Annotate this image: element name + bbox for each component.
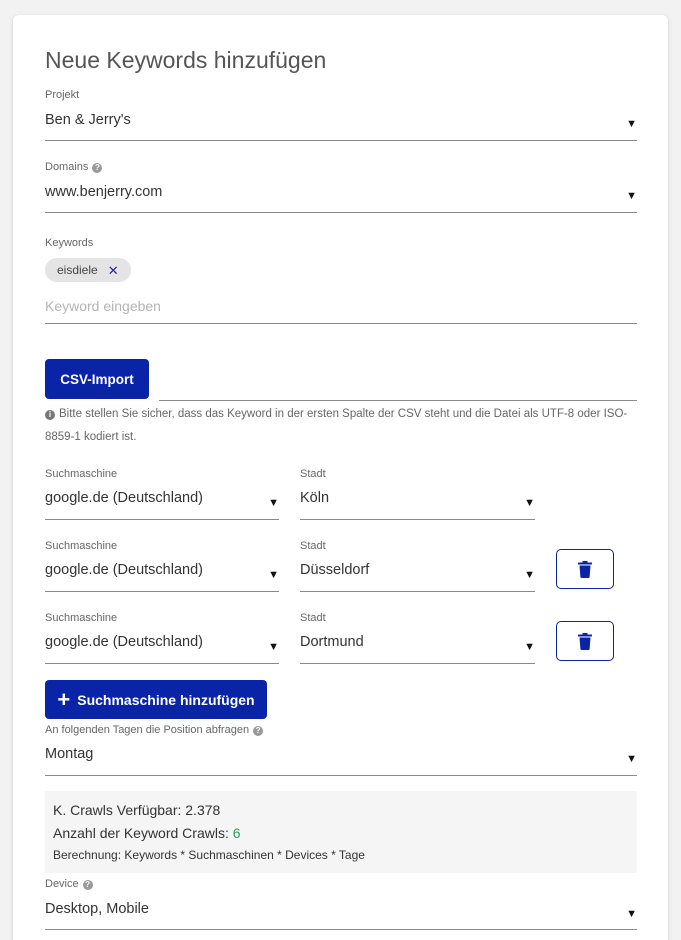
help-icon[interactable]: ?: [253, 726, 264, 736]
chevron-down-icon: ▼: [268, 641, 279, 653]
crawl-count-value: 6: [232, 825, 241, 841]
chevron-down-icon: ▼: [268, 569, 279, 581]
days-value: Montag: [45, 746, 94, 762]
crawl-count: Anzahl der Keyword Crawls: 6: [53, 825, 241, 841]
engine-select[interactable]: google.de (Deutschland) ▼: [45, 489, 279, 520]
engine-underline: [45, 663, 279, 664]
add-keywords-card: Neue Keywords hinzufügen Projekt Ben & J…: [13, 15, 668, 940]
crawl-formula: Berechnung: Keywords * Suchmaschinen * D…: [53, 848, 365, 862]
city-value: Köln: [300, 490, 330, 506]
city-underline: [300, 663, 535, 664]
city-label: Stadt: [300, 468, 326, 480]
engine-select[interactable]: google.de (Deutschland) ▼: [45, 561, 279, 592]
city-underline: [300, 519, 535, 520]
domains-select[interactable]: www.benjerry.com ▼: [45, 181, 637, 213]
engine-value: google.de (Deutschland): [45, 490, 203, 506]
close-icon[interactable]: ✕: [108, 264, 119, 277]
keyword-chip-label: eisdiele: [57, 263, 98, 277]
days-underline: [45, 775, 637, 776]
days-label: An folgenden Tagen die Position abfragen…: [45, 724, 264, 736]
projekt-underline: [45, 140, 637, 141]
crawls-available: K. Crawls Verfügbar: 2.378: [53, 802, 221, 818]
projekt-select[interactable]: Ben & Jerry's ▼: [45, 109, 637, 141]
engine-select[interactable]: google.de (Deutschland) ▼: [45, 633, 279, 664]
domains-underline: [45, 212, 637, 213]
city-underline: [300, 591, 535, 592]
city-select[interactable]: Düsseldorf ▼: [300, 561, 535, 592]
engine-label: Suchmaschine: [45, 468, 118, 480]
csv-file-underline[interactable]: [159, 400, 637, 401]
engine-label: Suchmaschine: [45, 540, 118, 552]
device-select[interactable]: Desktop, Mobile ▼: [45, 899, 637, 930]
help-icon[interactable]: ?: [92, 163, 103, 173]
city-label: Stadt: [300, 540, 326, 552]
keyword-chip: eisdiele ✕: [45, 258, 131, 282]
chevron-down-icon: ▼: [626, 190, 637, 202]
trash-icon: [578, 560, 592, 578]
trash-icon: [578, 632, 592, 650]
city-select[interactable]: Köln ▼: [300, 489, 535, 520]
chevron-down-icon: ▼: [626, 908, 637, 920]
days-select[interactable]: Montag ▼: [45, 744, 637, 776]
keyword-input-underline: [45, 323, 637, 324]
engine-underline: [45, 591, 279, 592]
chevron-down-icon: ▼: [524, 497, 535, 509]
city-value: Dortmund: [300, 634, 364, 650]
device-label: Device?: [45, 878, 93, 890]
chevron-down-icon: ▼: [626, 118, 637, 130]
device-value: Desktop, Mobile: [45, 901, 149, 917]
engine-label: Suchmaschine: [45, 612, 118, 624]
crawl-summary-box: K. Crawls Verfügbar: 2.378 Anzahl der Ke…: [45, 791, 637, 873]
engine-value: google.de (Deutschland): [45, 634, 203, 650]
page-title: Neue Keywords hinzufügen: [45, 47, 327, 73]
chevron-down-icon: ▼: [524, 569, 535, 581]
domains-label: Domains?: [45, 161, 103, 173]
csv-info-text: i Bitte stellen Sie sicher, dass das Keyw…: [45, 408, 628, 443]
city-label: Stadt: [300, 612, 326, 624]
projekt-value: Ben & Jerry's: [45, 112, 131, 128]
keyword-input-placeholder: Keyword eingeben: [45, 298, 161, 314]
engine-underline: [45, 519, 279, 520]
city-value: Düsseldorf: [300, 562, 370, 578]
keyword-input[interactable]: Keyword eingeben: [45, 295, 637, 324]
add-search-engine-label: Suchmaschine hinzufügen: [77, 691, 255, 708]
projekt-label: Projekt: [45, 89, 80, 101]
engine-value: google.de (Deutschland): [45, 562, 203, 578]
chevron-down-icon: ▼: [268, 497, 279, 509]
csv-import-button[interactable]: CSV-Import: [45, 359, 149, 399]
delete-engine-button[interactable]: [556, 621, 614, 661]
domains-value: www.benjerry.com: [45, 184, 163, 200]
device-underline: [45, 929, 637, 930]
chevron-down-icon: ▼: [626, 753, 637, 765]
add-search-engine-button[interactable]: + Suchmaschine hinzufügen: [45, 680, 267, 719]
plus-icon: +: [57, 686, 71, 712]
help-icon[interactable]: ?: [82, 880, 93, 890]
keywords-label: Keywords: [45, 237, 94, 249]
city-select[interactable]: Dortmund ▼: [300, 633, 535, 664]
delete-engine-button[interactable]: [556, 549, 614, 589]
info-icon: i: [45, 410, 55, 420]
chevron-down-icon: ▼: [524, 641, 535, 653]
